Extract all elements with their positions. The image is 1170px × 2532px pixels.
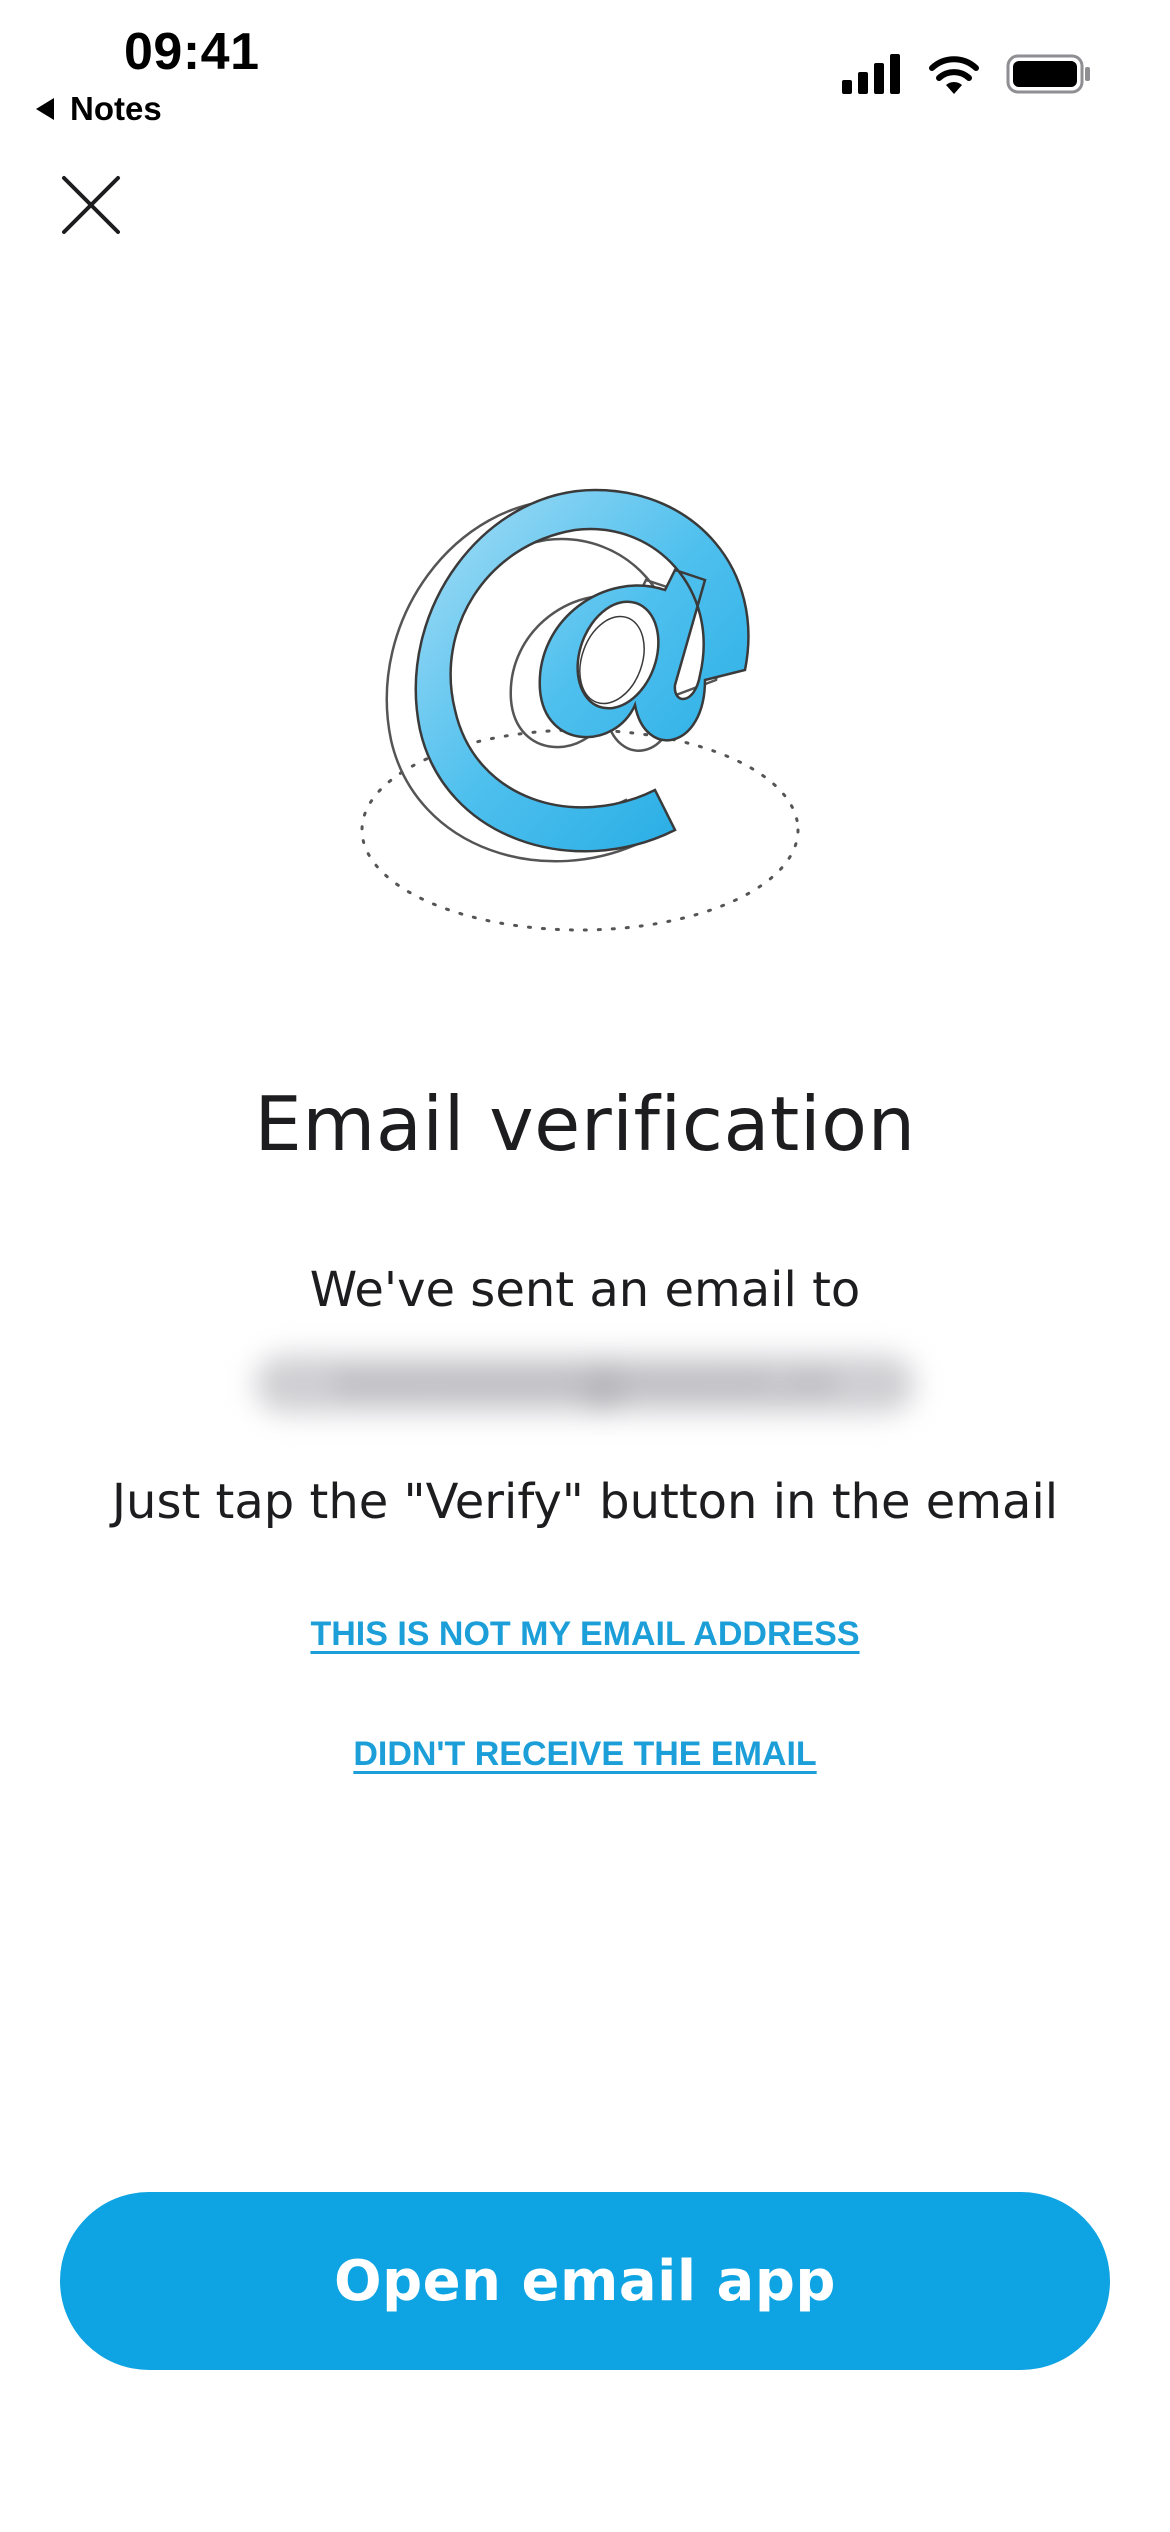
back-to-app-button[interactable]: Notes bbox=[36, 90, 162, 128]
open-email-app-button[interactable]: Open email app bbox=[60, 2192, 1110, 2370]
back-app-label: Notes bbox=[70, 90, 162, 127]
battery-icon bbox=[1006, 54, 1090, 94]
page-title: Email verification bbox=[254, 1080, 916, 1168]
status-bar: 09:41 Notes bbox=[0, 0, 1170, 150]
cellular-signal-icon bbox=[842, 54, 900, 94]
verify-instruction-text: Just tap the "Verify" button in the emai… bbox=[111, 1474, 1059, 1530]
back-triangle-icon bbox=[36, 98, 54, 120]
sent-email-text: We've sent an email to bbox=[309, 1262, 861, 1318]
redacted-email-address: ••••••••••@••••••.•• bbox=[255, 1355, 915, 1413]
didnt-receive-email-link[interactable]: DIDN'T RECEIVE THE EMAIL bbox=[0, 1735, 1170, 1774]
close-button[interactable] bbox=[56, 170, 126, 240]
not-my-email-link[interactable]: THIS IS NOT MY EMAIL ADDRESS bbox=[0, 1615, 1170, 1654]
system-icons bbox=[842, 54, 1092, 94]
redacted-email-text: ••••••••••@••••••.•• bbox=[334, 1359, 836, 1409]
at-sign-illustration bbox=[360, 488, 800, 932]
wifi-icon bbox=[929, 56, 979, 94]
close-icon bbox=[62, 176, 120, 234]
status-time: 09:41 bbox=[124, 23, 260, 81]
